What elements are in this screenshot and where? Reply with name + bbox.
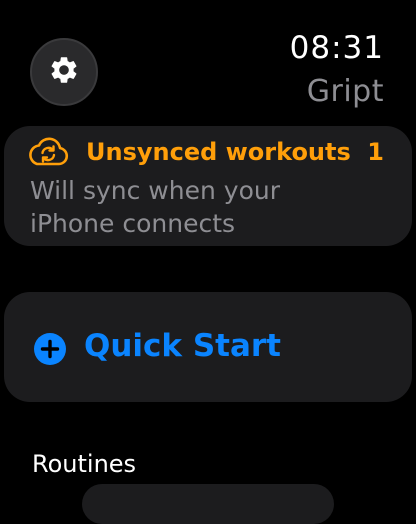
quick-start-button[interactable]: Quick Start — [4, 292, 412, 402]
routine-card-partial[interactable] — [82, 484, 334, 524]
gear-icon — [48, 54, 80, 90]
sync-banner-title: Unsynced workouts — [86, 138, 351, 166]
app-title: Gript — [306, 74, 384, 109]
unsynced-count-badge: 1 — [367, 138, 384, 166]
plus-circle-icon — [34, 333, 66, 365]
routines-section-title: Routines — [32, 450, 137, 478]
quick-start-label: Quick Start — [84, 328, 282, 364]
cloud-sync-icon — [26, 136, 70, 170]
clock-time: 08:31 — [289, 30, 384, 66]
sync-banner-subtitle: Will sync when your iPhone connects — [30, 176, 280, 238]
unsynced-workouts-card[interactable]: Unsynced workouts 1 Will sync when your … — [4, 126, 412, 246]
settings-button[interactable] — [30, 38, 98, 106]
